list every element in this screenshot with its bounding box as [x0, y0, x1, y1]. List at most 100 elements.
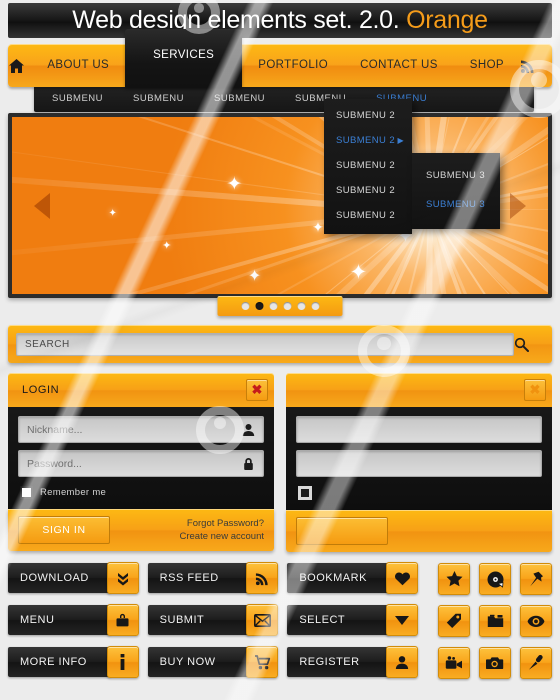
microphone-icon[interactable]: [520, 647, 553, 679]
pager-dot-4[interactable]: [297, 302, 305, 310]
pager-dot-5[interactable]: [311, 302, 319, 310]
button-register[interactable]: REGISTER: [287, 646, 419, 678]
sparkle-star: ✦: [312, 218, 324, 235]
envelope-icon[interactable]: [246, 604, 279, 636]
submenu-item-0[interactable]: SUBMENU: [40, 93, 115, 104]
dropdown-item-4[interactable]: SUBMENU 2: [324, 203, 412, 228]
button-more-info[interactable]: MORE INFO: [8, 646, 139, 678]
nav-item-shop[interactable]: SHOP: [454, 44, 520, 87]
sparkle-star: ✦: [226, 174, 243, 196]
dropdown-item-label: SUBMENU 2: [336, 160, 396, 171]
user-icon: [242, 423, 255, 436]
close-x-icon[interactable]: ✖: [246, 379, 268, 401]
dropdown-submenu: SUBMENU 3 SUBMENU 3: [412, 153, 500, 229]
video-camera-icon[interactable]: [438, 647, 471, 679]
blank-checkbox[interactable]: [298, 486, 312, 500]
photo-camera-icon[interactable]: [479, 647, 512, 679]
heart-icon[interactable]: [386, 562, 419, 594]
info-icon[interactable]: [106, 646, 139, 678]
pushpin-icon[interactable]: [520, 563, 553, 595]
disc-icon[interactable]: [479, 563, 512, 595]
login-panel-footer: SIGN IN Forgot Password? Create new acco…: [8, 509, 274, 551]
submenu-item-1[interactable]: SUBMENU: [121, 93, 196, 104]
dropdown-item-0[interactable]: SUBMENU 2: [324, 103, 412, 128]
remember-me-row[interactable]: Remember me: [18, 484, 264, 502]
button-label: SELECT: [287, 605, 390, 635]
rss-icon[interactable]: [246, 562, 279, 594]
dropdown-item-label: SUBMENU 2: [336, 110, 396, 121]
triangle-down-icon[interactable]: [386, 604, 419, 636]
lock-icon: [242, 457, 255, 471]
remember-me-checkbox[interactable]: [20, 486, 33, 499]
blank-panel-body: [286, 407, 552, 510]
dropdown-subitem-0[interactable]: SUBMENU 3: [412, 161, 500, 190]
dropdown-item-1[interactable]: SUBMENU 2 ▶: [324, 128, 412, 153]
dropdown-item-3[interactable]: SUBMENU 2: [324, 178, 412, 203]
search-input[interactable]: [16, 332, 514, 356]
nav-item-about-us[interactable]: ABOUT US: [31, 44, 125, 87]
pager-dot-3[interactable]: [283, 302, 291, 310]
button-label: MENU: [8, 605, 110, 635]
password-placeholder: Password...: [27, 457, 82, 470]
password-field[interactable]: Password...: [18, 450, 264, 477]
sparkle-star: ✦: [247, 268, 262, 286]
create-account-link[interactable]: Create new account: [180, 530, 265, 543]
double-chevron-down-icon[interactable]: [106, 562, 139, 594]
close-x-icon[interactable]: ✖: [524, 379, 546, 401]
icon-row: [438, 563, 553, 595]
button-label: BOOKMARK: [287, 563, 390, 593]
search-bar: [8, 325, 552, 363]
forgot-password-link[interactable]: Forgot Password?: [180, 517, 264, 530]
login-panel-body: Nickname... Password... Remember me: [8, 407, 274, 509]
button-label: REGISTER: [287, 647, 390, 677]
blank-field-2[interactable]: [296, 450, 542, 477]
pager-dot-2[interactable]: [269, 302, 277, 310]
nav-item-contact-us[interactable]: CONTACT US: [344, 44, 454, 87]
nav-item-services[interactable]: SERVICES: [125, 29, 243, 87]
submenu-item-2[interactable]: SUBMENU: [202, 93, 277, 104]
search-icon[interactable]: [514, 337, 544, 352]
button-label: BUY NOW: [147, 647, 250, 677]
star-icon[interactable]: [438, 563, 471, 595]
blank-panel-button[interactable]: [296, 517, 388, 545]
pager-dot-1[interactable]: [255, 302, 263, 310]
nav-bar: ABOUT US SERVICES PORTFOLIO CONTACT US SHOP: [8, 29, 552, 87]
briefcase-icon[interactable]: [106, 604, 139, 636]
pager-dot-0[interactable]: [241, 302, 249, 310]
blank-checkbox-row[interactable]: [296, 484, 542, 503]
sparkle-star: ✦: [349, 261, 368, 285]
blank-panel-footer: [286, 510, 552, 552]
home-icon[interactable]: [8, 58, 31, 74]
button-bookmark[interactable]: BOOKMARK: [287, 562, 419, 594]
blank-panel: ✖: [286, 373, 552, 552]
nav-item-portfolio[interactable]: PORTFOLIO: [242, 44, 344, 87]
user-icon[interactable]: [386, 646, 419, 678]
nickname-field[interactable]: Nickname...: [18, 416, 264, 443]
button-rss-feed[interactable]: RSS FEED: [147, 562, 279, 594]
button-row: MORE INFO BUY NOW REGISTER: [8, 646, 553, 679]
page-title: Web design elements set. 2.0. Orange: [8, 3, 552, 38]
sign-in-button[interactable]: SIGN IN: [18, 516, 110, 544]
page-title-accent: Orange: [406, 6, 488, 34]
login-panel: LOGIN ✖ Nickname... Password... Remember…: [8, 373, 274, 551]
chevron-right-icon: ▶: [397, 136, 404, 145]
tag-icon[interactable]: [438, 605, 471, 637]
dropdown-item-2[interactable]: SUBMENU 2: [324, 153, 412, 178]
rss-icon[interactable]: [520, 58, 552, 74]
eye-icon[interactable]: [520, 605, 553, 637]
remember-me-label: Remember me: [40, 487, 107, 498]
shopping-cart-icon[interactable]: [246, 646, 279, 678]
button-menu[interactable]: MENU: [8, 604, 139, 636]
blank-field-1[interactable]: [296, 416, 542, 443]
dropdown-subitem-1[interactable]: SUBMENU 3: [412, 190, 500, 219]
login-panel-header: LOGIN ✖: [8, 373, 274, 407]
button-select[interactable]: SELECT: [287, 604, 419, 636]
button-submit[interactable]: SUBMIT: [147, 604, 279, 636]
button-buy-now[interactable]: BUY NOW: [147, 646, 279, 678]
folder-icon[interactable]: [479, 605, 512, 637]
sparkle-star: ✦: [108, 208, 117, 220]
arrow-left-icon[interactable]: [34, 192, 50, 219]
arrow-right-icon[interactable]: [510, 192, 526, 219]
button-download[interactable]: DOWNLOAD: [8, 562, 139, 594]
dropdown-menu: SUBMENU 2 SUBMENU 2 ▶ SUBMENU 2 SUBMENU 2 SUB…: [324, 99, 500, 234]
